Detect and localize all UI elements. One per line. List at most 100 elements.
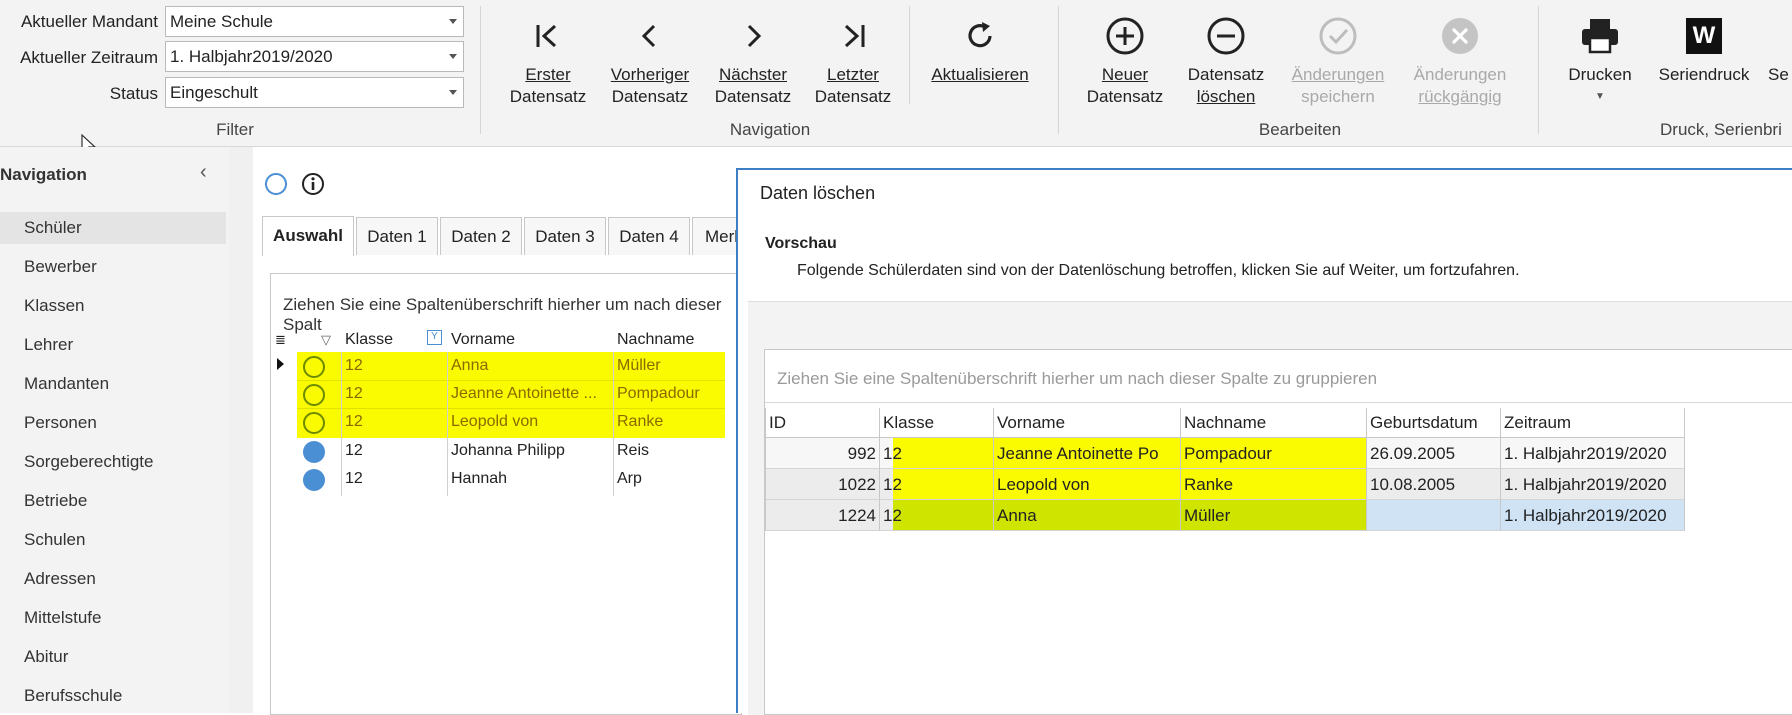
previous-record-button[interactable]: Vorheriger Datensatz [603, 0, 697, 108]
status-label: Status [109, 84, 158, 103]
cell-nachname[interactable]: Ranke [1181, 469, 1367, 500]
sidebar-item-klassen[interactable]: Klassen [0, 290, 226, 322]
sidebar-item-betriebe[interactable]: Betriebe [0, 485, 226, 517]
cell-klasse[interactable]: 12 [345, 380, 363, 408]
chevron-down-icon[interactable] [449, 54, 457, 59]
mandant-select[interactable]: Meine Schule [165, 6, 464, 37]
cell-vorname[interactable]: Jeanne Antoinette ... [451, 380, 597, 408]
column-divider [341, 352, 342, 496]
cell-vorname[interactable]: Johanna Philipp [451, 437, 565, 465]
sidebar-item-schueler[interactable]: Schüler [0, 212, 226, 244]
next-record-button[interactable]: Nächster Datensatz [708, 0, 798, 108]
navigation-sidebar: Navigation ‹ Schüler Bewerber Klassen Le… [0, 147, 229, 713]
cell-id[interactable]: 992 [765, 438, 880, 469]
column-header-klasse[interactable]: Klasse [345, 326, 393, 354]
cell-nachname[interactable]: Müller [1181, 500, 1367, 531]
sidebar-item-mittelstufe[interactable]: Mittelstufe [0, 602, 226, 634]
cell-klasse[interactable]: 12 [880, 438, 994, 469]
cell-geburtsdatum[interactable]: 10.08.2005 [1367, 469, 1501, 500]
plus-circle-icon [1080, 16, 1170, 56]
chevron-down-icon[interactable] [449, 90, 457, 95]
column-filter-icon[interactable]: Y [427, 330, 442, 345]
save-changes-button[interactable]: Änderungen speichern [1282, 0, 1394, 108]
cell-geburtsdatum[interactable]: 26.09.2005 [1367, 438, 1501, 469]
mail-merge-button[interactable]: W Seriendruck [1652, 0, 1756, 86]
status-select[interactable]: Eingeschult [165, 77, 464, 108]
cell-vorname[interactable]: Jeanne Antoinette Po [994, 438, 1181, 469]
column-header-nachname[interactable]: Nachname [617, 326, 694, 354]
column-header-vorname[interactable]: Vorname [451, 326, 515, 354]
dialog-title: Daten löschen [760, 183, 876, 203]
column-header-klasse[interactable]: Klasse [880, 408, 994, 438]
column-header-nachname[interactable]: Nachname [1181, 408, 1367, 438]
sidebar-item-berufsschule[interactable]: Berufsschule [0, 680, 226, 712]
cell-vorname[interactable]: Anna [994, 500, 1181, 531]
cell-nachname[interactable]: Reis [617, 437, 649, 465]
zeitraum-select[interactable]: 1. Halbjahr2019/2020 [165, 41, 464, 72]
tab-daten-3[interactable]: Daten 3 [524, 217, 606, 255]
cell-vorname[interactable]: Anna [451, 352, 488, 380]
sidebar-item-schulen[interactable]: Schulen [0, 524, 226, 556]
filter-icon[interactable]: ▽ [321, 332, 331, 348]
sidebar-item-lehrer[interactable]: Lehrer [0, 329, 226, 361]
sidebar-item-sorgeberechtigte[interactable]: Sorgeberechtigte [0, 446, 226, 478]
collapse-left-icon[interactable]: ‹ [200, 161, 207, 184]
cell-geburtsdatum[interactable] [1367, 500, 1501, 531]
cell-id[interactable]: 1022 [765, 469, 880, 500]
group-by-hint: Ziehen Sie eine Spaltenüberschrift hierh… [777, 369, 1378, 388]
chevron-right-icon [708, 16, 798, 56]
first-record-button[interactable]: Erster Datensatz [508, 0, 588, 108]
sidebar-item-mandanten[interactable]: Mandanten [0, 368, 226, 400]
minus-circle-icon [1180, 16, 1272, 56]
delete-record-button[interactable]: Datensatz löschen [1180, 0, 1272, 108]
cell-id[interactable]: 1224 [765, 500, 880, 531]
cell-zeitraum[interactable]: 1. Halbjahr2019/2020 [1501, 438, 1685, 469]
cell-nachname[interactable]: Pompadour [1181, 438, 1367, 469]
column-divider [447, 352, 448, 496]
column-header-zeitraum[interactable]: Zeitraum [1501, 408, 1685, 438]
cell-zeitraum[interactable]: 1. Halbjahr2019/2020 [1501, 469, 1685, 500]
sidebar-item-abitur[interactable]: Abitur [0, 641, 226, 673]
status-dot-icon [303, 469, 325, 491]
tab-daten-1[interactable]: Daten 1 [356, 217, 438, 255]
print-button[interactable]: Drucken ▼ [1554, 0, 1646, 108]
preview-grid: Ziehen Sie eine Spaltenüberschrift hierh… [764, 349, 1792, 715]
cell-nachname[interactable]: Pompadour [617, 380, 700, 408]
ribbon: Aktueller Mandant Meine Schule Aktueller… [0, 0, 1792, 156]
tab-daten-4[interactable]: Daten 4 [608, 217, 690, 255]
cell-zeitraum[interactable]: 1. Halbjahr2019/2020 [1501, 500, 1685, 531]
info-icon[interactable] [301, 172, 325, 196]
cell-nachname[interactable]: Arp [617, 465, 642, 493]
tab-daten-2[interactable]: Daten 2 [440, 217, 522, 255]
cell-klasse[interactable]: 12 [345, 437, 363, 465]
tab-merkmale[interactable]: Merk [692, 217, 743, 255]
undo-changes-button[interactable]: Änderungen rückgängig [1404, 0, 1516, 108]
column-chooser-icon[interactable]: ≣ [275, 332, 286, 348]
status-ring-icon [303, 384, 325, 406]
last-record-button[interactable]: Letzter Datensatz [808, 0, 898, 108]
refresh-button[interactable]: Aktualisieren [922, 0, 1038, 86]
column-header-vorname[interactable]: Vorname [994, 408, 1181, 438]
cell-klasse[interactable]: 12 [880, 469, 994, 500]
column-header-id[interactable]: ID [765, 408, 880, 438]
cell-klasse[interactable]: 12 [345, 352, 363, 380]
cell-klasse[interactable]: 12 [880, 500, 994, 531]
status-circle-icon[interactable] [264, 172, 288, 196]
new-record-button[interactable]: Neuer Datensatz [1080, 0, 1170, 108]
splitter[interactable] [229, 147, 253, 713]
more-print-button[interactable]: Se [1768, 0, 1792, 86]
cell-klasse[interactable]: 12 [345, 465, 363, 493]
cell-vorname[interactable]: Leopold von [451, 408, 538, 436]
sidebar-item-bewerber[interactable]: Bewerber [0, 251, 226, 283]
cell-vorname[interactable]: Hannah [451, 465, 507, 493]
chevron-down-icon[interactable]: ▼ [1554, 86, 1646, 108]
tab-auswahl[interactable]: Auswahl [262, 216, 354, 256]
cell-nachname[interactable]: Ranke [617, 408, 663, 436]
chevron-down-icon[interactable] [449, 19, 457, 24]
sidebar-item-adressen[interactable]: Adressen [0, 563, 226, 595]
cell-nachname[interactable]: Müller [617, 352, 661, 380]
sidebar-item-personen[interactable]: Personen [0, 407, 226, 439]
cell-klasse[interactable]: 12 [345, 408, 363, 436]
cell-vorname[interactable]: Leopold von [994, 469, 1181, 500]
column-header-geburtsdatum[interactable]: Geburtsdatum [1367, 408, 1501, 438]
